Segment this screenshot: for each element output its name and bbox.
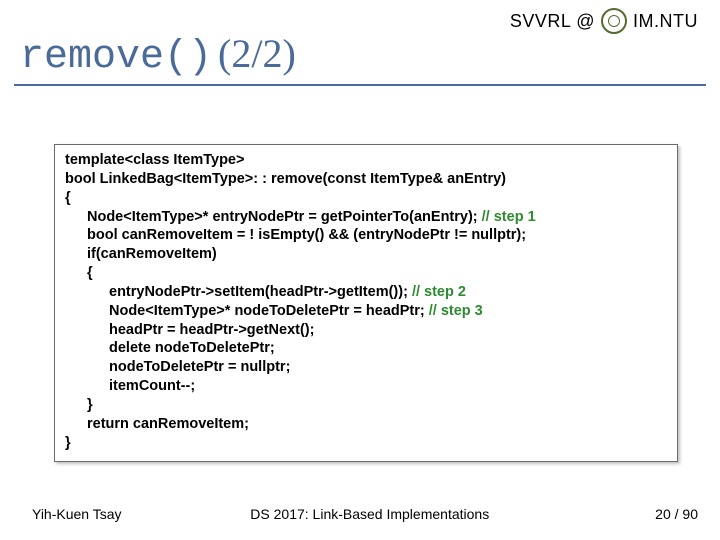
- code-line: if(canRemoveItem): [65, 245, 667, 264]
- footer-author: Yih-Kuen Tsay: [32, 506, 122, 522]
- title-underline: [14, 84, 706, 86]
- code-line: headPtr = headPtr->getNext();: [65, 321, 667, 340]
- code-line: return canRemoveItem;: [65, 415, 667, 434]
- footer-course: DS 2017: Link-Based Implementations: [122, 506, 619, 522]
- logo-icon: [601, 8, 627, 34]
- code-line: {: [65, 264, 667, 283]
- code-line: delete nodeToDeletePtr;: [65, 339, 667, 358]
- code-line: itemCount--;: [65, 377, 667, 396]
- code-line: template<class ItemType>: [65, 151, 667, 170]
- footer-page-number: 20 / 90: [618, 506, 698, 522]
- code-line: nodeToDeletePtr = nullptr;: [65, 358, 667, 377]
- code-line: }: [65, 434, 667, 453]
- code-line: entryNodePtr->setItem(headPtr->getItem()…: [65, 283, 667, 302]
- code-line: }: [65, 396, 667, 415]
- header-text-left: SVVRL @: [510, 11, 595, 32]
- code-line: {: [65, 189, 667, 208]
- code-block: template<class ItemType>bool LinkedBag<I…: [54, 144, 678, 462]
- title-page-part: (2/2): [218, 30, 296, 77]
- code-line: bool LinkedBag<ItemType>: : remove(const…: [65, 170, 667, 189]
- code-line: bool canRemoveItem = ! isEmpty() && (ent…: [65, 226, 667, 245]
- header-text-right: IM.NTU: [633, 11, 698, 32]
- title-function-name: remove(): [20, 35, 212, 80]
- code-line: Node<ItemType>* nodeToDeletePtr = headPt…: [65, 302, 667, 321]
- slide-footer: Yih-Kuen Tsay DS 2017: Link-Based Implem…: [0, 506, 720, 522]
- code-line: Node<ItemType>* entryNodePtr = getPointe…: [65, 208, 667, 227]
- slide-title: remove() (2/2): [20, 30, 296, 80]
- header-branding: SVVRL @ IM.NTU: [510, 8, 698, 34]
